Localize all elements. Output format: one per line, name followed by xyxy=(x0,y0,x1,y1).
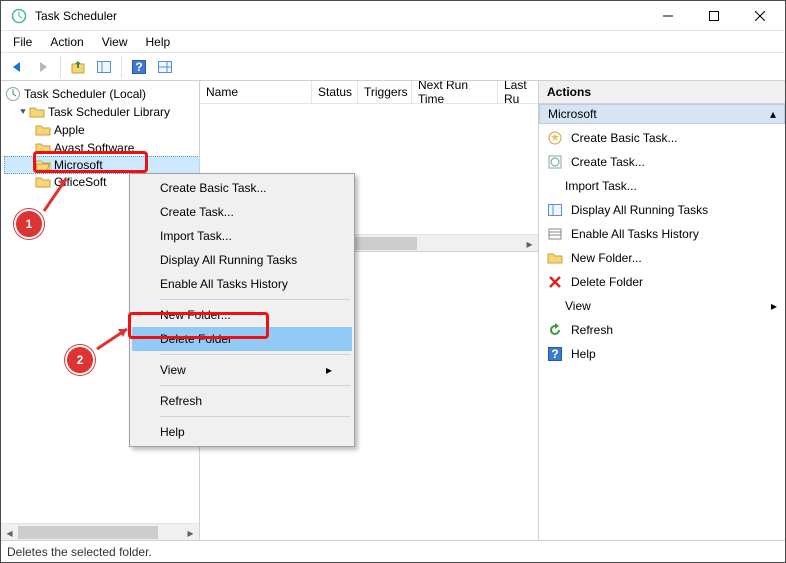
submenu-arrow-icon: ▸ xyxy=(771,299,777,313)
folder-icon xyxy=(35,140,51,156)
tree-item-microsoft[interactable]: Microsoft xyxy=(4,156,200,174)
col-triggers[interactable]: Triggers xyxy=(358,81,412,103)
action-display-running[interactable]: Display All Running Tasks xyxy=(539,198,785,222)
delete-icon xyxy=(547,274,563,290)
scroll-right-icon[interactable]: ▸ xyxy=(521,235,538,252)
expander-icon[interactable]: ⯆ xyxy=(17,107,29,118)
folder-icon xyxy=(35,122,51,138)
menu-separator xyxy=(160,385,350,386)
forward-button[interactable] xyxy=(31,55,55,79)
scroll-left-icon[interactable]: ◂ xyxy=(1,524,18,540)
menu-action[interactable]: Action xyxy=(42,33,91,51)
ctx-import-task[interactable]: Import Task... xyxy=(132,224,352,248)
scroll-right-icon[interactable]: ▸ xyxy=(182,524,199,540)
col-lastrun[interactable]: Last Ru xyxy=(498,81,538,103)
refresh-icon xyxy=(547,322,563,338)
ctx-enable-history[interactable]: Enable All Tasks History xyxy=(132,272,352,296)
menu-separator xyxy=(160,354,350,355)
running-icon xyxy=(547,202,563,218)
history-icon xyxy=(547,226,563,242)
col-name[interactable]: Name xyxy=(200,81,312,103)
menu-file[interactable]: File xyxy=(5,33,40,51)
app-icon xyxy=(11,8,27,24)
folder-icon xyxy=(29,104,45,120)
minimize-button[interactable] xyxy=(645,1,691,30)
action-delete-folder[interactable]: Delete Folder xyxy=(539,270,785,294)
toolbar: ? xyxy=(1,53,785,81)
action-create-task[interactable]: Create Task... xyxy=(539,150,785,174)
ctx-create-basic-task[interactable]: Create Basic Task... xyxy=(132,176,352,200)
title-bar: Task Scheduler xyxy=(1,1,785,31)
submenu-arrow-icon: ▸ xyxy=(326,363,332,377)
action-enable-history[interactable]: Enable All Tasks History xyxy=(539,222,785,246)
action-create-basic-task[interactable]: Create Basic Task... xyxy=(539,126,785,150)
action-import-task[interactable]: Import Task... xyxy=(539,174,785,198)
svg-text:?: ? xyxy=(551,347,558,361)
actions-section[interactable]: Microsoft ▴ xyxy=(539,104,785,124)
folder-icon xyxy=(547,250,563,266)
action-view[interactable]: View ▸ xyxy=(539,294,785,318)
folder-icon xyxy=(35,174,51,190)
action-help[interactable]: ? Help xyxy=(539,342,785,366)
help-button[interactable]: ? xyxy=(127,55,151,79)
status-text: Deletes the selected folder. xyxy=(7,545,152,559)
tree-item-avast[interactable]: Avast Software xyxy=(5,139,199,157)
folder-open-icon xyxy=(35,157,51,173)
maximize-button[interactable] xyxy=(691,1,737,30)
actions-pane: Actions Microsoft ▴ Create Basic Task...… xyxy=(539,81,785,540)
status-bar: Deletes the selected folder. xyxy=(1,540,785,562)
wizard-icon xyxy=(547,130,563,146)
ctx-view[interactable]: View ▸ xyxy=(132,358,352,382)
task-icon xyxy=(547,154,563,170)
ctx-help[interactable]: Help xyxy=(132,420,352,444)
ctx-display-running[interactable]: Display All Running Tasks xyxy=(132,248,352,272)
list-header: Name Status Triggers Next Run Time Last … xyxy=(200,81,538,104)
menu-separator xyxy=(160,299,350,300)
ctx-refresh[interactable]: Refresh xyxy=(132,389,352,413)
menu-separator xyxy=(160,416,350,417)
action-refresh[interactable]: Refresh xyxy=(539,318,785,342)
action-new-folder[interactable]: New Folder... xyxy=(539,246,785,270)
col-status[interactable]: Status xyxy=(312,81,358,103)
menu-view[interactable]: View xyxy=(94,33,136,51)
clock-icon xyxy=(5,86,21,102)
panes-button[interactable] xyxy=(153,55,177,79)
scroll-thumb[interactable] xyxy=(18,526,158,539)
svg-text:?: ? xyxy=(135,60,142,74)
help-icon: ? xyxy=(547,346,563,362)
tree-hscroll[interactable]: ◂ ▸ xyxy=(1,523,199,540)
actions-header: Actions xyxy=(539,81,785,104)
collapse-icon[interactable]: ▴ xyxy=(770,107,776,121)
ctx-delete-folder[interactable]: Delete Folder xyxy=(132,327,352,351)
layout-button[interactable] xyxy=(92,55,116,79)
tree-root[interactable]: Task Scheduler (Local) xyxy=(5,85,199,103)
context-menu: Create Basic Task... Create Task... Impo… xyxy=(129,173,355,447)
tree-item-apple[interactable]: Apple xyxy=(5,121,199,139)
menu-help[interactable]: Help xyxy=(138,33,179,51)
ctx-create-task[interactable]: Create Task... xyxy=(132,200,352,224)
tree-library[interactable]: ⯆ Task Scheduler Library xyxy=(5,103,199,121)
up-button[interactable] xyxy=(66,55,90,79)
ctx-new-folder[interactable]: New Folder... xyxy=(132,303,352,327)
window-title: Task Scheduler xyxy=(35,9,645,23)
back-button[interactable] xyxy=(5,55,29,79)
menu-bar: File Action View Help xyxy=(1,31,785,53)
col-nextrun[interactable]: Next Run Time xyxy=(412,81,498,103)
close-button[interactable] xyxy=(737,1,783,30)
